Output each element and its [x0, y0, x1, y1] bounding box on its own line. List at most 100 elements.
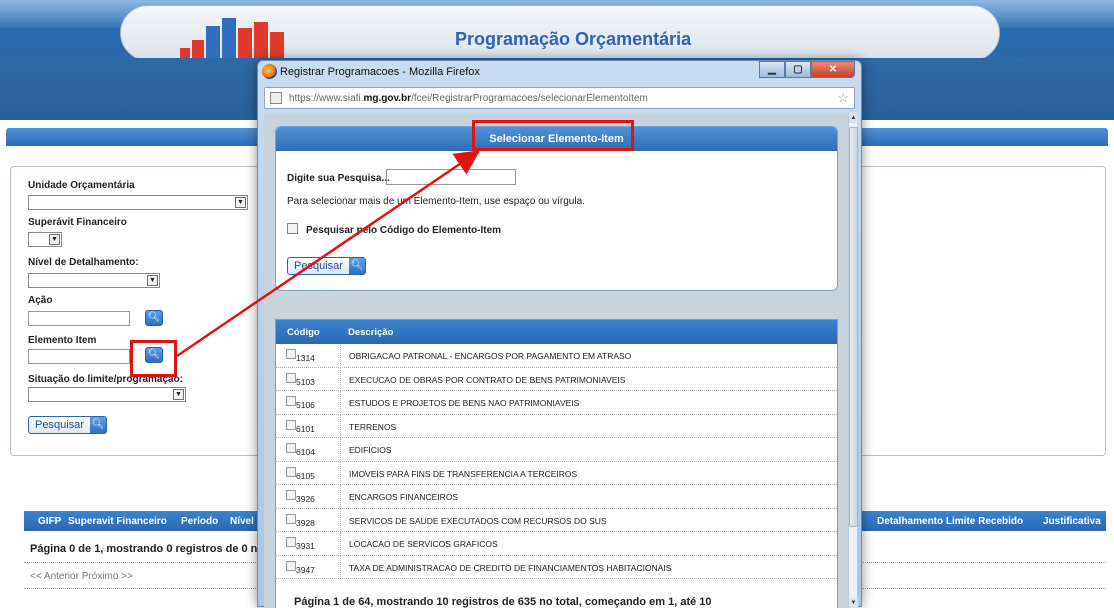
chevron-down-icon: ▼ — [173, 389, 184, 400]
row-description: LOCACAO DE SERVICOS GRAFICOS — [349, 539, 498, 549]
row-checkbox[interactable] — [286, 513, 296, 524]
table-body: 1314 OBRIGACAO PATRONAL - ENCARGOS POR PA… — [276, 344, 837, 579]
row-checkbox[interactable] — [286, 560, 296, 571]
superavit-select[interactable]: ▼ — [28, 232, 62, 247]
unidade-label: Unidade Orçamentária — [28, 180, 135, 191]
minimize-button[interactable]: ▁ — [759, 61, 785, 78]
popup-content: Selecionar Elemento-Item Digite sua Pesq… — [264, 113, 848, 608]
chevron-down-icon: ▼ — [147, 275, 158, 286]
table-row[interactable]: 6105 IMOVEIS PARA FINS DE TRANSFERENCIA A… — [276, 461, 837, 485]
elemento-input[interactable] — [28, 349, 130, 364]
annotation-highlight-element-button — [130, 340, 177, 377]
table-row[interactable]: 3926 ENCARGOS FINANCEIROS — [276, 485, 837, 509]
col-codigo[interactable]: Código — [287, 327, 320, 338]
scroll-up-icon[interactable]: ▲ — [849, 113, 858, 123]
row-checkbox[interactable] — [286, 419, 296, 430]
pesquisar-label: Pesquisar — [35, 419, 84, 431]
scrollbar-thumb[interactable] — [849, 127, 858, 527]
superavit-label: Superávit Financeiro — [28, 217, 127, 228]
url-text[interactable]: https://www.siafi.mg.gov.br/fcei/Registr… — [289, 93, 648, 104]
chevron-down-icon: ▼ — [235, 197, 246, 208]
row-description: OBRIGACAO PATRONAL - ENCARGOS POR PAGAME… — [349, 351, 632, 361]
col-detalhamento[interactable]: Detalhamento Limite Recebido — [877, 516, 1023, 527]
search-by-code-checkbox[interactable] — [287, 223, 298, 234]
col-gifp[interactable]: GIFP — [38, 516, 61, 527]
row-description: IMOVEIS PARA FINS DE TRANSFERENCIA A TER… — [349, 468, 578, 479]
table-row[interactable]: 6104 EDIFICIOS — [276, 438, 837, 462]
table-row[interactable]: 5106 ESTUDOS E PROJETOS DE BENS NAO PATRI… — [276, 391, 837, 415]
close-icon: ✕ — [828, 64, 838, 75]
bookmark-star-icon[interactable]: ☆ — [837, 90, 849, 106]
results-info: Página 0 de 1, mostrando 0 registros de … — [30, 543, 258, 555]
annotation-highlight-popup-title — [472, 120, 634, 151]
row-checkbox[interactable] — [286, 372, 296, 383]
search-hint: Para selecionar mais de um Elemento-Item… — [287, 196, 585, 207]
table-footer: Página 1 de 64, mostrando 10 registros d… — [294, 596, 712, 608]
nivel-select[interactable]: ▼ — [28, 273, 160, 288]
row-code: 5103 — [296, 376, 315, 387]
url-bar[interactable]: https://www.siafi.mg.gov.br/fcei/Registr… — [264, 87, 855, 109]
row-description: SERVICOS DE SAUDE EXECUTADOS COM RECURSO… — [349, 515, 607, 526]
close-button[interactable]: ✕ — [811, 61, 855, 78]
row-checkbox[interactable] — [286, 490, 296, 500]
row-description: ESTUDOS E PROJETOS DE BENS NAO PATRIMONI… — [349, 398, 580, 408]
nivel-label: Nível de Detalhamento: — [28, 257, 139, 268]
pesquisar-button[interactable]: Pesquisar 🔍︎ — [28, 416, 107, 434]
search-icon: 🔍︎ — [89, 417, 106, 433]
elemento-label: Elemento Item — [28, 335, 97, 346]
app-title: Programação Orçamentária — [455, 29, 692, 49]
search-label: Digite sua Pesquisa... — [287, 173, 390, 184]
acao-input[interactable] — [28, 311, 130, 326]
site-identity-icon — [270, 92, 282, 104]
row-code: 3928 — [296, 517, 315, 528]
chevron-down-icon: ▼ — [49, 234, 60, 245]
situacao-select[interactable]: ▼ — [28, 387, 186, 402]
search-icon: 🔍︎ — [348, 258, 365, 274]
popup-pesquisar-label: Pesquisar — [294, 260, 343, 272]
row-checkbox[interactable] — [286, 396, 296, 406]
table-row[interactable]: 3928 SERVICOS DE SAUDE EXECUTADOS COM REC… — [276, 508, 837, 532]
col-periodo[interactable]: Período — [181, 516, 218, 527]
firefox-icon — [262, 64, 277, 79]
popup-pesquisar-button[interactable]: Pesquisar 🔍︎ — [287, 257, 366, 275]
row-description: TAXA DE ADMINISTRACAO DE CREDITO DE FINA… — [349, 562, 672, 573]
row-code: 6101 — [296, 423, 315, 434]
bar-chart-logo-icon — [180, 18, 284, 60]
acao-label: Ação — [28, 295, 53, 306]
table-row[interactable]: 6101 TERRENOS — [276, 414, 837, 438]
popup-titlebar: Registrar Programacoes - Mozilla Firefox… — [258, 61, 861, 83]
row-checkbox[interactable] — [286, 466, 296, 477]
col-justificativa[interactable]: Justificativa — [1043, 516, 1101, 527]
table-row[interactable]: 1314 OBRIGACAO PATRONAL - ENCARGOS POR PA… — [276, 344, 837, 368]
row-description: EXECUCAO DE OBRAS POR CONTRATO DE BENS P… — [349, 374, 626, 385]
results-table: Código Descrição 1314 OBRIGACAO PATRONAL … — [275, 319, 838, 608]
row-description: TERRENOS — [349, 421, 397, 432]
search-by-code-label: Pesquisar pelo Código do Elemento-Item — [306, 225, 502, 236]
row-description: EDIFICIOS — [349, 445, 392, 455]
table-header: Código Descrição — [276, 320, 837, 344]
row-code: 1314 — [296, 353, 315, 363]
row-checkbox[interactable] — [286, 349, 296, 359]
row-code: 6105 — [296, 470, 315, 481]
results-pager[interactable]: << Anterior Próximo >> — [30, 571, 133, 582]
row-checkbox[interactable] — [286, 443, 296, 453]
popup-title: Registrar Programacoes - Mozilla Firefox — [280, 66, 480, 78]
row-description: ENCARGOS FINANCEIROS — [349, 492, 459, 502]
row-code: 3931 — [296, 541, 315, 551]
maximize-button[interactable]: ▢ — [785, 61, 811, 78]
scrollbar[interactable]: ▲ ▼ — [848, 113, 858, 608]
unidade-select[interactable]: ▼ — [28, 195, 248, 210]
table-row[interactable]: 5103 EXECUCAO DE OBRAS POR CONTRATO DE BE… — [276, 367, 837, 391]
acao-search-button[interactable]: 🔍︎ — [145, 310, 163, 326]
row-code: 6104 — [296, 447, 315, 457]
col-superavit[interactable]: Superavit Financeiro — [68, 516, 167, 527]
row-code: 3926 — [296, 494, 315, 504]
table-row[interactable]: 3947 TAXA DE ADMINISTRACAO DE CREDITO DE … — [276, 555, 837, 579]
search-input[interactable] — [386, 169, 516, 185]
row-checkbox[interactable] — [286, 537, 296, 547]
row-code: 5106 — [296, 400, 315, 410]
table-row[interactable]: 3931 LOCACAO DE SERVICOS GRAFICOS — [276, 532, 837, 556]
col-descricao[interactable]: Descrição — [348, 327, 393, 338]
search-icon: 🔍︎ — [147, 312, 161, 323]
row-code: 3947 — [296, 564, 315, 575]
